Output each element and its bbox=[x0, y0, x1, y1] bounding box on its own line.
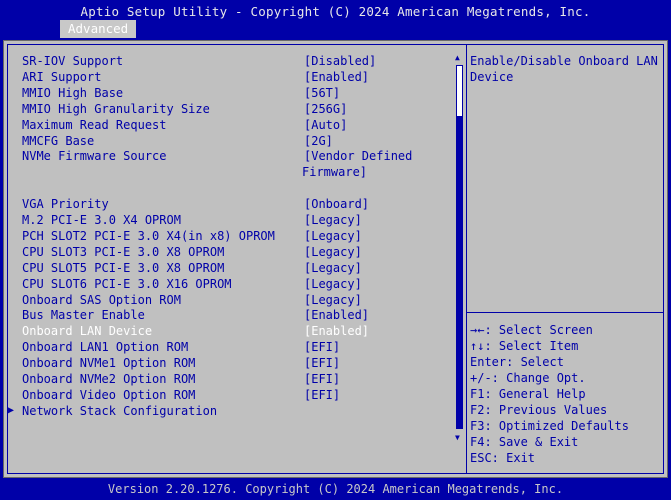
setting-value[interactable]: [Enabled] bbox=[304, 307, 369, 323]
setting-value[interactable]: [Onboard] bbox=[304, 196, 369, 212]
setting-row[interactable]: Onboard Video Option ROM [EFI] bbox=[4, 387, 444, 403]
key-enter: Enter: Select bbox=[470, 355, 564, 369]
column-divider bbox=[466, 44, 467, 474]
help-line: Device bbox=[470, 70, 514, 84]
setting-row[interactable]: MMIO High Granularity Size [256G] bbox=[4, 101, 444, 117]
setting-row[interactable]: NVMe Firmware Source [Vendor Defined bbox=[4, 148, 444, 164]
scroll-down-arrow-icon[interactable]: ▼ bbox=[455, 433, 460, 443]
setting-row[interactable]: MMIO High Base [56T] bbox=[4, 85, 444, 101]
setting-row[interactable]: Onboard LAN1 Option ROM [EFI] bbox=[4, 339, 444, 355]
setting-row[interactable]: Onboard NVMe2 Option ROM [EFI] bbox=[4, 371, 444, 387]
key-optimized-defaults: F3: Optimized Defaults bbox=[470, 419, 629, 433]
setting-value[interactable]: [Legacy] bbox=[304, 244, 362, 260]
setting-label: MMIO High Base bbox=[22, 85, 124, 100]
setting-value[interactable]: [EFI] bbox=[304, 387, 340, 403]
setup-panel: SR-IOV Support [Disabled] ARI Support [Enab… bbox=[3, 40, 668, 478]
setting-label: MMCFG Base bbox=[22, 133, 95, 148]
footer-version: Version 2.20.1276. Copyright (C) 2024 Am… bbox=[0, 480, 671, 500]
key-esc-exit: ESC: Exit bbox=[470, 451, 536, 465]
setting-label: Maximum Read Request bbox=[22, 117, 167, 132]
setting-value[interactable]: [56T] bbox=[304, 85, 340, 101]
help-text: Enable/Disable Onboard LAN Device bbox=[470, 53, 660, 85]
window-title: Aptio Setup Utility - Copyright (C) 2024… bbox=[80, 4, 591, 19]
setting-label: MMIO High Granularity Size bbox=[22, 101, 210, 116]
setting-label: Onboard LAN Device bbox=[22, 324, 153, 339]
setting-label: PCH SLOT2 PCI-E 3.0 X4(in x8) OPROM bbox=[22, 228, 275, 243]
setting-value[interactable]: [Vendor Defined bbox=[304, 148, 412, 164]
setting-label: Onboard SAS Option ROM bbox=[22, 292, 181, 307]
setting-row[interactable]: Bus Master Enable [Enabled] bbox=[4, 307, 444, 323]
help-divider bbox=[467, 312, 664, 313]
submenu-item[interactable]: ▶ Network Stack Configuration bbox=[4, 403, 444, 419]
setting-row[interactable]: CPU SLOT5 PCI-E 3.0 X8 OPROM [Legacy] bbox=[4, 260, 444, 276]
setting-row[interactable]: SR-IOV Support [Disabled] bbox=[4, 53, 444, 69]
setting-label: NVMe Firmware Source bbox=[22, 149, 167, 164]
title-bar: Aptio Setup Utility - Copyright (C) 2024… bbox=[0, 0, 671, 38]
setting-label: Onboard LAN1 Option ROM bbox=[22, 340, 189, 355]
key-save-exit: F4: Save & Exit bbox=[470, 435, 579, 449]
help-line: Enable/Disable Onboard LAN bbox=[470, 54, 658, 68]
setting-value[interactable]: [2G] bbox=[304, 133, 333, 149]
setting-row[interactable]: PCH SLOT2 PCI-E 3.0 X4(in x8) OPROM [Lega… bbox=[4, 228, 444, 244]
setting-value[interactable]: [Legacy] bbox=[304, 212, 362, 228]
scroll-up-arrow-icon[interactable]: ▲ bbox=[455, 53, 460, 63]
key-select-item: ↑↓: Select Item bbox=[470, 339, 579, 353]
setting-row[interactable]: CPU SLOT3 PCI-E 3.0 X8 OPROM [Legacy] bbox=[4, 244, 444, 260]
setting-label: VGA Priority bbox=[22, 197, 109, 212]
key-general-help: F1: General Help bbox=[470, 387, 586, 401]
setting-row[interactable]: VGA Priority [Onboard] bbox=[4, 196, 444, 212]
setting-value[interactable]: [Enabled] bbox=[304, 69, 369, 85]
setting-row[interactable]: Onboard NVMe1 Option ROM [EFI] bbox=[4, 355, 444, 371]
setting-value[interactable]: [Legacy] bbox=[304, 228, 362, 244]
setting-row[interactable]: Onboard SAS Option ROM [Legacy] bbox=[4, 292, 444, 308]
setting-row[interactable]: M.2 PCI-E 3.0 X4 OPROM [Legacy] bbox=[4, 212, 444, 228]
setting-value[interactable]: [Legacy] bbox=[304, 260, 362, 276]
scrollbar-track[interactable] bbox=[456, 117, 463, 429]
setting-label: Bus Master Enable bbox=[22, 308, 145, 323]
setting-label: ARI Support bbox=[22, 69, 102, 84]
setting-row[interactable]: MMCFG Base [2G] bbox=[4, 133, 444, 149]
setting-label: Onboard NVMe2 Option ROM bbox=[22, 372, 196, 386]
setting-value[interactable]: [Legacy] bbox=[304, 292, 362, 308]
key-change-opt: +/-: Change Opt. bbox=[470, 371, 586, 385]
key-select-screen: →←: Select Screen bbox=[470, 323, 593, 337]
setting-value[interactable]: [256G] bbox=[304, 101, 347, 117]
submenu-arrow-icon: ▶ bbox=[8, 404, 15, 416]
setting-row[interactable]: Onboard LAN Device [Enabled] bbox=[4, 323, 444, 339]
setting-label: M.2 PCI-E 3.0 X4 OPROM bbox=[22, 213, 181, 227]
setting-label: CPU SLOT3 PCI-E 3.0 X8 OPROM bbox=[22, 244, 225, 259]
setting-value-cont: Firmware] bbox=[302, 165, 368, 180]
setting-value-continuation: Firmware] bbox=[4, 164, 444, 180]
setting-label: CPU SLOT5 PCI-E 3.0 X8 OPROM bbox=[22, 260, 225, 275]
setting-value[interactable]: [Disabled] bbox=[304, 53, 376, 69]
setting-label: SR-IOV Support bbox=[22, 54, 124, 68]
setting-value[interactable]: [Enabled] bbox=[304, 323, 369, 339]
setting-row[interactable]: CPU SLOT6 PCI-E 3.0 X16 OPROM [Legacy] bbox=[4, 276, 444, 292]
scrollbar-thumb[interactable] bbox=[456, 65, 463, 117]
key-legend: →←: Select Screen ↑↓: Select Item Enter:… bbox=[470, 322, 665, 466]
setting-value[interactable]: [EFI] bbox=[304, 355, 340, 371]
setting-value[interactable]: [Legacy] bbox=[304, 276, 362, 292]
setting-row[interactable]: ARI Support [Enabled] bbox=[4, 69, 444, 85]
tab-advanced[interactable]: Advanced bbox=[60, 20, 137, 38]
setting-value[interactable]: [EFI] bbox=[304, 339, 340, 355]
setting-label: CPU SLOT6 PCI-E 3.0 X16 OPROM bbox=[22, 276, 232, 291]
setting-label: Onboard NVMe1 Option ROM bbox=[22, 356, 196, 371]
setting-label: Network Stack Configuration bbox=[22, 403, 218, 418]
setting-row[interactable]: Maximum Read Request [Auto] bbox=[4, 117, 444, 133]
setting-value[interactable]: [EFI] bbox=[304, 371, 340, 387]
setting-value[interactable]: [Auto] bbox=[304, 117, 347, 133]
key-previous-values: F2: Previous Values bbox=[470, 403, 608, 417]
setting-label: Onboard Video Option ROM bbox=[22, 387, 196, 402]
